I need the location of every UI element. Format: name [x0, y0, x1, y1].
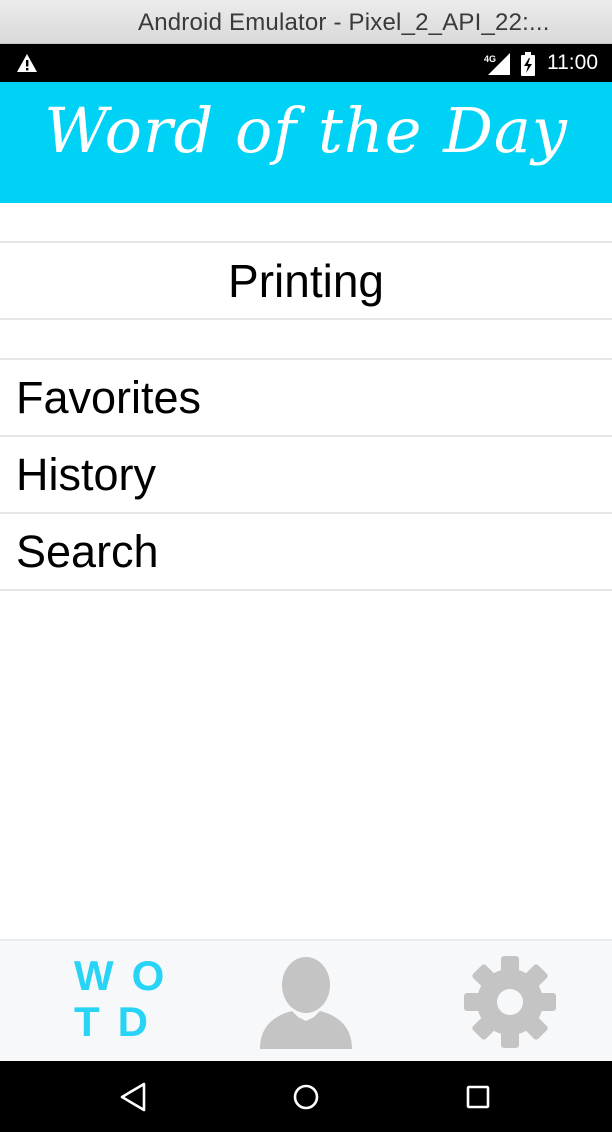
alert-icon — [17, 54, 37, 72]
wotd-logo-icon: WO TD — [56, 952, 183, 1049]
tab-word-of-the-day[interactable]: WO TD — [0, 941, 204, 1061]
tab-settings[interactable] — [408, 941, 612, 1061]
menu-item-favorites[interactable]: Favorites — [0, 360, 612, 436]
app-title: Word of the Day — [44, 94, 568, 167]
menu-item-label: Search — [16, 526, 159, 577]
window-title: Android Emulator - Pixel_2_API_22:... — [138, 9, 550, 36]
home-icon[interactable] — [286, 1077, 326, 1117]
back-icon[interactable] — [114, 1077, 154, 1117]
gear-icon — [464, 956, 556, 1048]
menu-item-label: Favorites — [16, 372, 202, 423]
wotd-logo-line: WO — [74, 952, 183, 999]
status-bar: 4G 11:00 — [0, 44, 612, 82]
menu-item-search[interactable]: Search — [0, 514, 612, 590]
word-of-day: Printing — [228, 255, 384, 307]
wotd-logo-line: TD — [74, 998, 166, 1045]
tab-bar: WO TD — [0, 939, 612, 1061]
recents-icon[interactable] — [458, 1077, 498, 1117]
signal-icon: 4G — [484, 53, 510, 75]
system-nav-bar — [0, 1061, 612, 1132]
divider — [0, 318, 612, 320]
word-of-day-row[interactable]: Printing — [0, 243, 612, 319]
tab-profile[interactable] — [204, 941, 408, 1061]
menu-item-history[interactable]: History — [0, 437, 612, 513]
window-titlebar: Android Emulator - Pixel_2_API_22:... — [0, 0, 612, 44]
battery-charging-icon — [521, 52, 535, 76]
menu-item-label: History — [16, 449, 157, 500]
divider — [0, 589, 612, 591]
app-header: Word of the Day — [0, 82, 612, 203]
status-time: 11:00 — [547, 51, 598, 74]
person-icon — [260, 957, 352, 1049]
network-label: 4G — [484, 54, 496, 64]
